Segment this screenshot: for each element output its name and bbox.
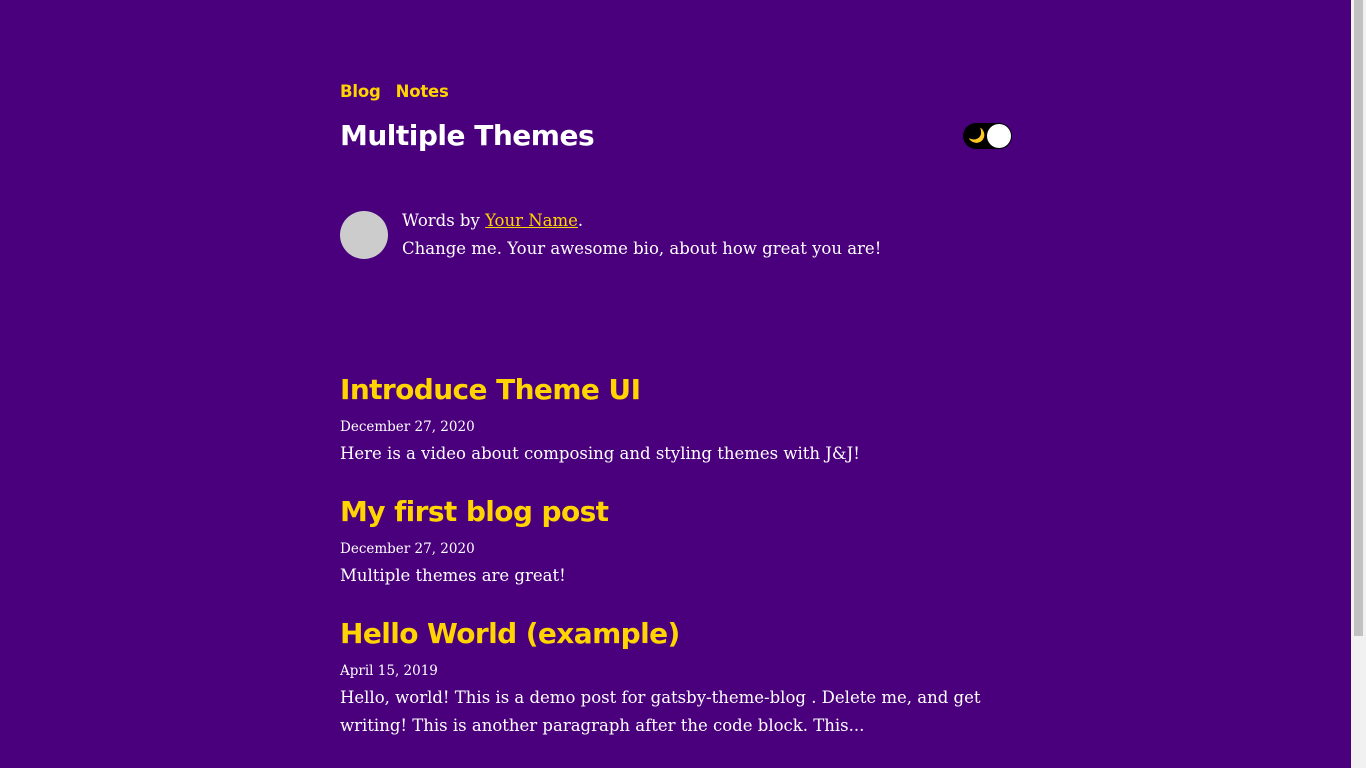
moon-icon: 🌙 (968, 128, 986, 144)
post-date: April 15, 2019 (340, 663, 438, 679)
post-item: Hello World (example) April 15, 2019 Hel… (340, 614, 1030, 740)
post-excerpt: Multiple themes are great! (340, 566, 566, 585)
post-date: December 27, 2020 (340, 419, 475, 435)
author-bio: Words by Your Name. Change me. Your awes… (340, 207, 881, 263)
post-date: December 27, 2020 (340, 541, 475, 557)
post-title: Hello World (example) (340, 614, 1030, 654)
bio-suffix: . (577, 211, 584, 230)
top-nav: Blog Notes (340, 81, 449, 103)
post-list: Introduce Theme UI December 27, 2020 Her… (340, 370, 1030, 764)
post-excerpt: Here is a video about composing and styl… (340, 444, 860, 463)
bio-text: Words by Your Name. Change me. Your awes… (402, 207, 881, 263)
post-excerpt: Hello, world! This is a demo post for ga… (340, 688, 981, 735)
vertical-scrollbar[interactable] (1351, 0, 1366, 768)
post-title: My first blog post (340, 492, 1030, 532)
site-title[interactable]: Multiple Themes (340, 118, 595, 154)
post-item: Introduce Theme UI December 27, 2020 Her… (340, 370, 1030, 468)
bio-byline: Words by Your Name. (402, 207, 881, 235)
bio-description: Change me. Your awesome bio, about how g… (402, 239, 882, 258)
toggle-knob (987, 124, 1011, 148)
bio-prefix: Words by (402, 211, 486, 230)
nav-link-blog[interactable]: Blog (340, 81, 381, 103)
post-title-link[interactable]: Hello World (example) (340, 617, 680, 650)
post-title-link[interactable]: Introduce Theme UI (340, 373, 641, 406)
nav-link-notes[interactable]: Notes (396, 81, 449, 103)
scrollbar-thumb[interactable] (1354, 0, 1363, 636)
avatar (340, 211, 388, 259)
author-link[interactable]: Your Name (485, 211, 578, 230)
theme-toggle[interactable]: 🌙 (963, 123, 1012, 149)
post-title: Introduce Theme UI (340, 370, 1030, 410)
post-title-link[interactable]: My first blog post (340, 495, 609, 528)
post-item: My first blog post December 27, 2020 Mul… (340, 492, 1030, 590)
